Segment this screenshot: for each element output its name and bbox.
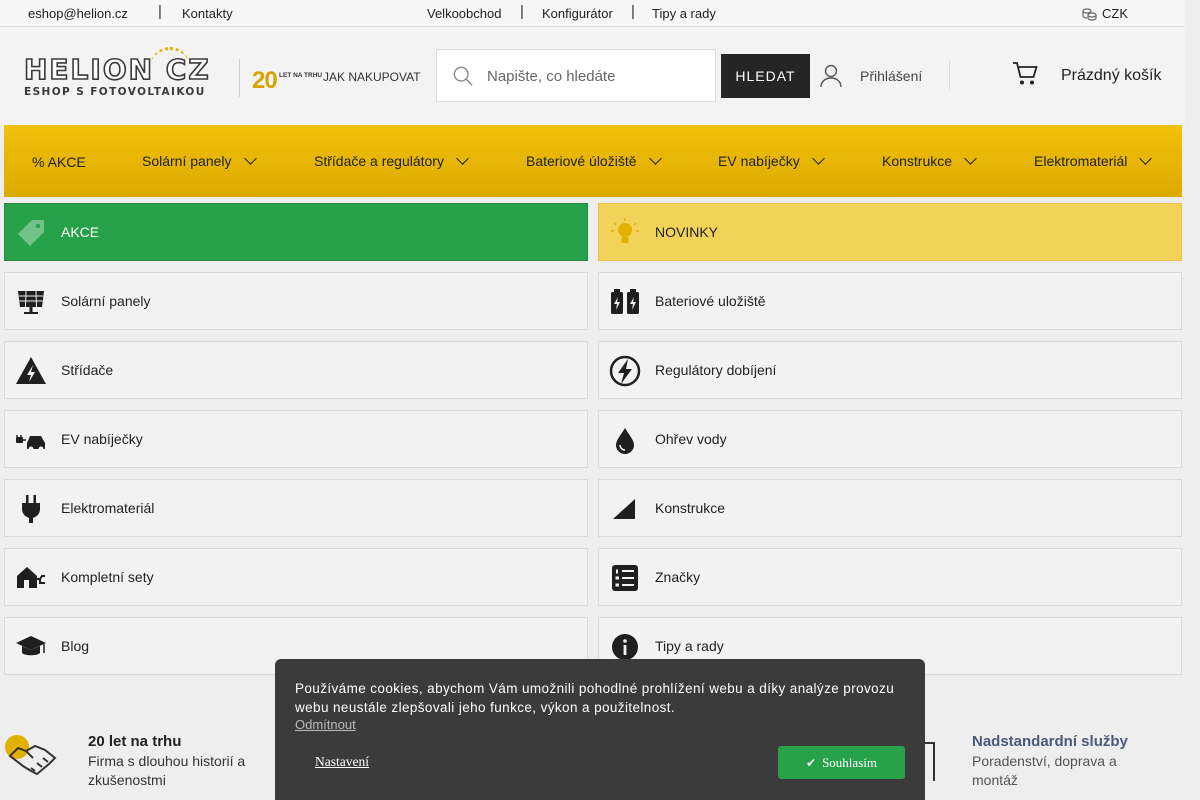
- solar-panel-icon: [18, 290, 44, 314]
- category-label: Elektromateriál: [61, 500, 155, 516]
- cookie-settings-link[interactable]: Nastavení: [315, 754, 369, 770]
- house-plug-icon: [17, 567, 45, 588]
- category-tile-brands[interactable]: Značky: [598, 548, 1182, 606]
- search-icon: [453, 66, 473, 86]
- chevron-down-icon: [243, 152, 257, 165]
- currency-selector[interactable]: CZK: [1082, 6, 1142, 21]
- category-label: Bateriové uložiště: [655, 293, 766, 309]
- benefit-description: Firma s dlouhou historií a zkušenostmi: [88, 753, 246, 788]
- water-drop-icon: [616, 428, 634, 454]
- logo[interactable]: HELION CZ ESHOP S FOTOVOLTAIKOU: [23, 47, 234, 99]
- nav-item-solar-panels[interactable]: Solární panely: [142, 152, 257, 169]
- category-tile-ev-chargers[interactable]: EV nabíječky: [4, 410, 588, 468]
- benefit-description: Poradenství, doprava a montáž: [972, 753, 1117, 788]
- category-label: Regulátory dobíjení: [655, 362, 777, 378]
- cookie-accept-button[interactable]: ✔ Souhlasím: [778, 746, 905, 779]
- login-link[interactable]: Přihlášení: [820, 60, 950, 90]
- category-tile-solar-panels[interactable]: Solární panely: [4, 272, 588, 330]
- wholesale-link[interactable]: Velkoobchod: [427, 6, 501, 21]
- category-tile-inverters[interactable]: Střídače: [4, 341, 588, 399]
- list-icon: [612, 565, 638, 591]
- graduation-cap-icon: [16, 636, 46, 656]
- logo-tagline: ESHOP S FOTOVOLTAIKOU: [24, 86, 206, 98]
- category-tile-electromaterial[interactable]: Elektromateriál: [4, 479, 588, 537]
- category-tile-water-heating[interactable]: Ohřev vody: [598, 410, 1182, 468]
- category-label: Kompletní sety: [61, 569, 154, 585]
- search-button[interactable]: HLEDAT: [721, 54, 810, 98]
- nav-item-ev-chargers[interactable]: EV nabíječky: [718, 152, 825, 169]
- cookie-accept-label: Souhlasím: [822, 754, 877, 770]
- category-label: NOVINKY: [655, 224, 719, 240]
- main-navigation: % AKCE Solární panely Střídače a regulát…: [4, 125, 1182, 197]
- cart-icon[interactable]: [1012, 61, 1038, 87]
- chevron-down-icon: [1139, 152, 1153, 165]
- nav-item-battery-storage[interactable]: Bateriové úložiště: [526, 152, 662, 169]
- topbar-separator: |: [158, 3, 162, 20]
- benefit-title: 20 let na trhu: [88, 733, 182, 750]
- anniversary-number: 20: [252, 67, 278, 94]
- nav-item-akce[interactable]: % AKCE: [32, 154, 86, 170]
- category-tile-charge-regulators[interactable]: Regulátory dobíjení: [598, 341, 1182, 399]
- check-icon: ✔: [806, 755, 817, 770]
- tag-icon: [18, 220, 44, 246]
- category-label: Solární panely: [61, 293, 151, 309]
- chevron-down-icon: [811, 152, 825, 165]
- category-label: Značky: [655, 569, 701, 585]
- top-utility-bar: eshop@helion.cz | Kontakty Velkoobchod |…: [0, 0, 1185, 27]
- cookie-consent-banner: Používáme cookies, abychom Vám umožnili …: [275, 659, 925, 800]
- how-to-buy-link[interactable]: JAK NAKUPOVAT: [323, 70, 421, 84]
- category-label: EV nabíječky: [61, 431, 143, 447]
- ev-car-icon: [16, 435, 45, 452]
- category-label: Tipy a rady: [655, 638, 724, 654]
- login-label: Přihlášení: [860, 68, 923, 84]
- category-label: Ohřev vody: [655, 431, 727, 447]
- category-label: Konstrukce: [655, 500, 726, 516]
- logo-divider: [239, 59, 240, 97]
- contacts-link[interactable]: Kontakty: [182, 6, 233, 21]
- construction-icon: [613, 499, 635, 519]
- user-icon: [820, 64, 842, 88]
- category-tile-novinky[interactable]: NOVINKY: [598, 203, 1182, 261]
- site-header: HELION CZ ESHOP S FOTOVOLTAIKOU 20 LET N…: [0, 27, 1185, 125]
- plug-icon: [22, 495, 40, 523]
- logo-wordmark: HELION CZ: [23, 52, 211, 87]
- benefit-title: Nadstandardní služby: [972, 733, 1128, 750]
- email-link[interactable]: eshop@helion.cz: [24, 6, 128, 21]
- cookie-text: Používáme cookies, abychom Vám umožnili …: [295, 681, 895, 715]
- topbar-separator: |: [631, 3, 635, 20]
- lightbulb-icon: [611, 218, 639, 243]
- category-tile-battery-storage[interactable]: Bateriové uložiště: [598, 272, 1182, 330]
- topbar-separator: |: [520, 3, 524, 20]
- anniversary-badge: 20 LET NA TRHU: [252, 67, 322, 95]
- chevron-down-icon: [964, 152, 977, 165]
- chevron-down-icon: [456, 152, 469, 165]
- coins-icon: [1082, 8, 1097, 21]
- search-input[interactable]: [487, 64, 707, 88]
- nav-item-electromaterial[interactable]: Elektromateriál: [1034, 152, 1153, 169]
- nav-item-inverters-regulators[interactable]: Střídače a regulátory: [314, 152, 469, 169]
- cart-link[interactable]: Prázdný košík: [1061, 67, 1161, 85]
- category-label: AKCE: [61, 224, 100, 240]
- battery-icon: [611, 289, 639, 314]
- anniversary-text: LET NA TRHU: [279, 72, 323, 79]
- category-label: Blog: [61, 638, 90, 654]
- category-label: Střídače: [61, 362, 114, 378]
- handshake-icon: [5, 735, 57, 776]
- email-text[interactable]: eshop@helion.cz: [28, 6, 128, 21]
- search-box: [436, 49, 716, 102]
- category-tile-akce[interactable]: AKCE: [4, 203, 588, 261]
- cookie-reject-link[interactable]: Odmítnout: [295, 717, 356, 732]
- inverter-icon: [16, 357, 46, 384]
- lightning-icon: [609, 355, 641, 387]
- configurator-link[interactable]: Konfigurátor: [542, 6, 613, 21]
- currency-label: CZK: [1102, 6, 1128, 21]
- category-tile-construction[interactable]: Konstrukce: [598, 479, 1182, 537]
- chevron-down-icon: [648, 152, 662, 165]
- tips-link[interactable]: Tipy a rady: [652, 6, 716, 21]
- nav-item-construction[interactable]: Konstrukce: [882, 152, 977, 169]
- category-tile-complete-sets[interactable]: Kompletní sety: [4, 548, 588, 606]
